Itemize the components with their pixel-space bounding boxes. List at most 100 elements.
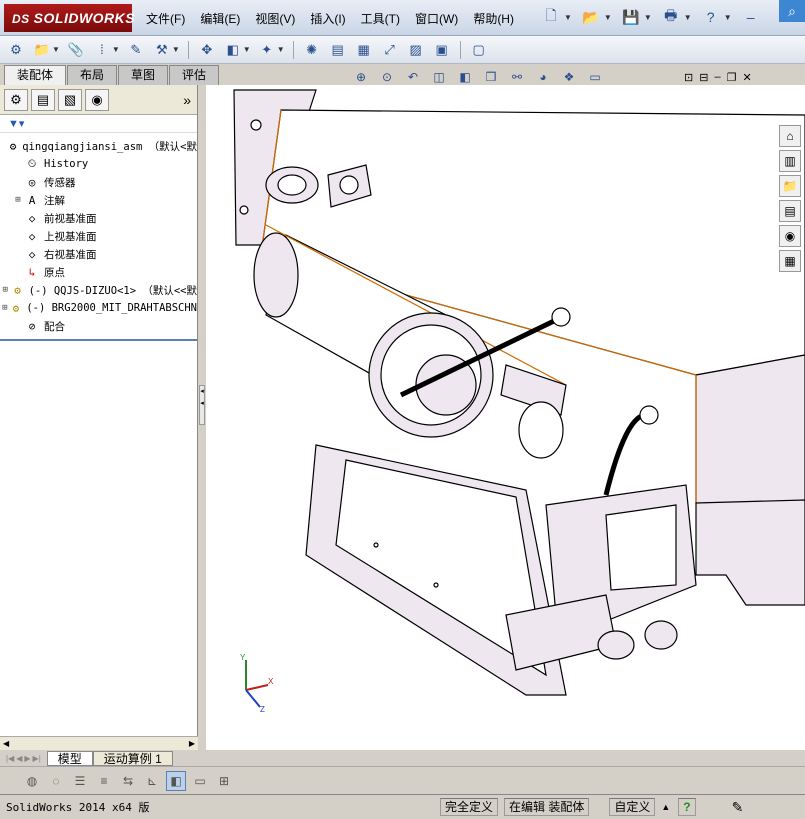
tree-item-front-plane[interactable]: ◇ 前视基准面: [0, 209, 197, 227]
menu-file[interactable]: 文件(F): [146, 10, 185, 27]
previous-view-icon[interactable]: ↶: [404, 68, 422, 86]
collapse-panel-handle-icon[interactable]: ◂ ◂: [199, 385, 205, 425]
insert-component-icon[interactable]: ⚙: [6, 40, 26, 60]
pattern-icon[interactable]: ⁞: [92, 40, 112, 60]
show-hidden-icon[interactable]: ◧: [223, 40, 243, 60]
units-custom[interactable]: 自定义: [609, 798, 656, 816]
tile-split-icon[interactable]: ⊟: [699, 71, 708, 84]
chevron-down-icon[interactable]: ▼: [172, 45, 180, 54]
menu-window[interactable]: 窗口(W): [415, 10, 458, 27]
hidden-lines-icon[interactable]: ◌: [46, 771, 66, 791]
expand-plus-icon[interactable]: ⊞: [0, 303, 10, 313]
expand-arrows-icon[interactable]: »: [183, 92, 191, 108]
first-tab-icon[interactable]: |◀: [6, 754, 14, 763]
view-palette-icon[interactable]: ▤: [779, 200, 801, 222]
chevron-down-icon[interactable]: ▼: [724, 13, 732, 22]
chevron-down-icon[interactable]: ▼: [52, 45, 60, 54]
search-badge-icon[interactable]: ⌕: [779, 0, 805, 22]
display-style-icon[interactable]: ❒: [482, 68, 500, 86]
wireframe-icon[interactable]: ☰: [70, 771, 90, 791]
hide-show-items-icon[interactable]: ⚯: [508, 68, 526, 86]
menu-view[interactable]: 视图(V): [255, 10, 295, 27]
new-motion-study-icon[interactable]: ▤: [328, 40, 348, 60]
rebuild-icon[interactable]: ✎: [732, 799, 744, 816]
isometric-view-icon[interactable]: ◧: [166, 770, 186, 791]
menu-insert[interactable]: 插入(I): [310, 10, 345, 27]
minimize-icon[interactable]: –: [714, 71, 720, 84]
tree-item-sensors[interactable]: ◎ 传感器: [0, 173, 197, 191]
horizontal-scrollbar[interactable]: ◀ ▶: [0, 736, 198, 750]
help-icon[interactable]: ?: [700, 6, 722, 28]
design-library-icon[interactable]: ▥: [779, 150, 801, 172]
display-manager-tab-icon[interactable]: ◉: [85, 88, 109, 111]
reload-icon[interactable]: ⇆: [118, 771, 138, 791]
chevron-down-icon[interactable]: ▼: [564, 13, 572, 22]
tab-sketch[interactable]: 草图: [118, 65, 169, 85]
menu-help[interactable]: 帮助(H): [473, 10, 514, 27]
chevron-down-icon[interactable]: ▼: [277, 45, 285, 54]
bill-of-materials-icon[interactable]: ▦: [354, 40, 374, 60]
zoom-area-icon[interactable]: ⊙: [378, 68, 396, 86]
tab-assembly[interactable]: 装配体: [4, 65, 67, 85]
scroll-right-icon[interactable]: ▶: [189, 739, 195, 748]
home-icon[interactable]: ⌂: [779, 125, 801, 147]
mate-icon[interactable]: 📎: [66, 40, 86, 60]
print-icon[interactable]: 🖶: [660, 6, 682, 28]
help-button[interactable]: ?: [678, 798, 696, 816]
plane-view-icon[interactable]: ⊾: [142, 771, 162, 791]
menu-edit[interactable]: 编辑(E): [200, 10, 240, 27]
zoom-to-fit-icon[interactable]: ⊕: [352, 68, 370, 86]
move-component-icon[interactable]: ✥: [197, 40, 217, 60]
feature-tree-tab-icon[interactable]: ⚙: [4, 88, 28, 111]
reference-geometry-icon[interactable]: ✺: [302, 40, 322, 60]
chevron-down-icon[interactable]: ▼: [644, 13, 652, 22]
section-view-icon[interactable]: ◫: [430, 68, 448, 86]
dropdown-arrow-icon[interactable]: ▲: [661, 802, 670, 812]
tab-model[interactable]: 模型: [46, 750, 93, 766]
expand-plus-icon[interactable]: ⊞: [0, 285, 11, 295]
configuration-manager-tab-icon[interactable]: ▧: [58, 88, 82, 111]
tree-item-component-dizuo[interactable]: ⊞ ⚙ (-) QQJS-DIZUO<1> （默认<<默: [0, 281, 197, 299]
smart-fastener-icon[interactable]: ⚒: [152, 40, 172, 60]
tab-evaluate[interactable]: 评估: [169, 65, 220, 85]
tile-icon[interactable]: ⊡: [684, 71, 693, 84]
tree-item-history[interactable]: ⏲ History: [0, 155, 197, 173]
exploded-view-icon[interactable]: ⤢: [380, 40, 400, 60]
view-settings-icon[interactable]: ▭: [586, 68, 604, 86]
expand-plus-icon[interactable]: ⊞: [12, 195, 24, 205]
tree-root[interactable]: ⚙ qingqiangjiansi_asm （默认<默: [0, 137, 197, 155]
shaded-icon[interactable]: ◍: [22, 771, 42, 791]
file-explorer-icon[interactable]: 📁: [779, 175, 801, 197]
last-tab-icon[interactable]: ▶|: [33, 754, 41, 763]
instant3d-icon[interactable]: ▢: [469, 40, 489, 60]
prev-tab-icon[interactable]: ◀: [16, 754, 22, 763]
property-manager-tab-icon[interactable]: ▤: [31, 88, 55, 111]
chevron-down-icon[interactable]: ▼: [604, 13, 612, 22]
graphics-area[interactable]: X Y Z ⌂ ▥ 📁 ▤ ◉ ▦: [206, 85, 805, 750]
interference-detection-icon[interactable]: ▣: [432, 40, 452, 60]
tree-item-mates[interactable]: ⊘ 配合: [0, 317, 197, 335]
scroll-left-icon[interactable]: ◀: [3, 739, 9, 748]
four-view-icon[interactable]: ⊞: [214, 771, 234, 791]
close-icon[interactable]: ✕: [742, 71, 751, 84]
chevron-down-icon[interactable]: ▼: [243, 45, 251, 54]
tree-item-origin[interactable]: ↳ 原点: [0, 263, 197, 281]
chevron-down-icon[interactable]: ▼: [112, 45, 120, 54]
tree-item-annotations[interactable]: ⊞ A 注解: [0, 191, 197, 209]
tab-layout[interactable]: 布局: [67, 65, 118, 85]
tree-item-component-brg2000[interactable]: ⊞ ⚙ (-) BRG2000_MIT_DRAHTABSCHN: [0, 299, 197, 317]
explode-line-sketch-icon[interactable]: ▨: [406, 40, 426, 60]
restore-icon[interactable]: ❐: [727, 71, 737, 84]
rollback-bar[interactable]: [0, 339, 197, 341]
appearances-icon[interactable]: ◉: [779, 225, 801, 247]
draft-quality-icon[interactable]: ≡: [94, 771, 114, 791]
menu-tools[interactable]: 工具(T): [361, 10, 400, 27]
tree-item-right-plane[interactable]: ◇ 右视基准面: [0, 245, 197, 263]
single-view-icon[interactable]: ▭: [190, 771, 210, 791]
assembly-features-icon[interactable]: ✦: [257, 40, 277, 60]
filter-icon[interactable]: ▼▾: [0, 115, 197, 133]
tab-motion-study[interactable]: 运动算例 1: [92, 750, 173, 766]
edit-component-icon[interactable]: ✎: [126, 40, 146, 60]
next-tab-icon[interactable]: ▶: [24, 754, 30, 763]
panel-splitter[interactable]: ◂ ◂: [198, 85, 206, 750]
